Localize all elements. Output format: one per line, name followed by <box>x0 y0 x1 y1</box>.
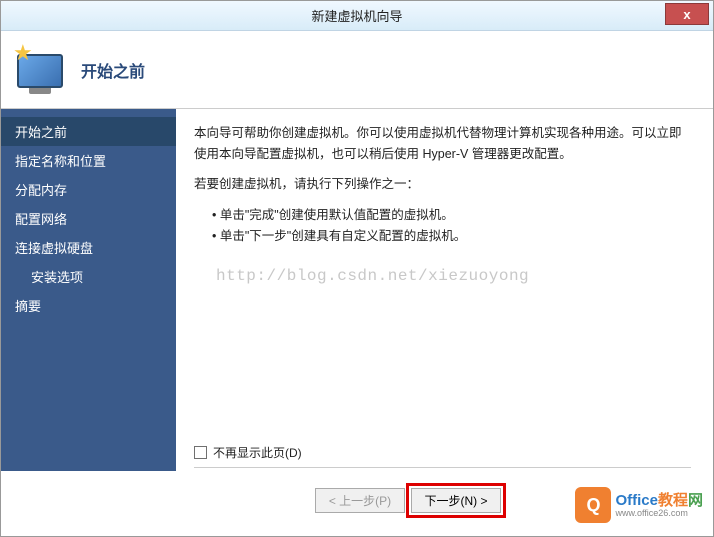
divider <box>194 467 691 468</box>
bullet-finish: • 单击"完成"创建使用默认值配置的虚拟机。 <box>212 205 691 226</box>
prompt-text: 若要创建虚拟机，请执行下列操作之一： <box>194 174 691 195</box>
prev-button: < 上一步(P) <box>315 488 405 513</box>
sidebar-item-before-begin[interactable]: 开始之前 <box>1 117 176 146</box>
dont-show-checkbox[interactable] <box>194 446 207 459</box>
watermark-text: http://blog.csdn.net/xiezuoyong <box>216 267 529 285</box>
checkbox-row: 不再显示此页(D) <box>194 444 302 461</box>
bullet-list: • 单击"完成"创建使用默认值配置的虚拟机。 • 单击"下一步"创建具有自定义配… <box>194 205 691 248</box>
bullet-next: • 单击"下一步"创建具有自定义配置的虚拟机。 <box>212 226 691 247</box>
page-title: 开始之前 <box>81 58 145 82</box>
brand-url: www.office26.com <box>615 508 703 518</box>
titlebar: 新建虚拟机向导 x <box>1 1 713 31</box>
brand-badge-icon: Q <box>575 487 611 523</box>
close-button[interactable]: x <box>665 3 709 25</box>
sidebar-item-virtual-disk[interactable]: 连接虚拟硬盘 <box>1 233 176 262</box>
intro-text: 本向导可帮助你创建虚拟机。你可以使用虚拟机代替物理计算机实现各种用途。可以立即使… <box>194 123 691 164</box>
wizard-body: 开始之前 指定名称和位置 分配内存 配置网络 连接虚拟硬盘 安装选项 摘要 本向… <box>1 109 713 471</box>
sidebar-item-install-options[interactable]: 安装选项 <box>1 262 176 291</box>
sidebar-item-name-location[interactable]: 指定名称和位置 <box>1 146 176 175</box>
next-button[interactable]: 下一步(N) > <box>411 488 501 513</box>
window-title: 新建虚拟机向导 <box>311 6 402 25</box>
brand-text: Office教程网 <box>615 493 703 508</box>
sidebar-item-summary[interactable]: 摘要 <box>1 291 176 320</box>
sidebar-item-memory[interactable]: 分配内存 <box>1 175 176 204</box>
wizard-icon: ★ <box>15 44 67 96</box>
star-icon: ★ <box>13 40 33 60</box>
branding-overlay: Q Office教程网 www.office26.com <box>575 487 703 523</box>
footer: < 上一步(P) 下一步(N) > 完成(F) 取消 Q Office教程网 w… <box>1 471 713 529</box>
wizard-header: ★ 开始之前 <box>1 31 713 109</box>
checkbox-label: 不再显示此页(D) <box>213 444 302 461</box>
sidebar-item-network[interactable]: 配置网络 <box>1 204 176 233</box>
close-icon: x <box>683 7 690 22</box>
sidebar: 开始之前 指定名称和位置 分配内存 配置网络 连接虚拟硬盘 安装选项 摘要 <box>1 109 176 471</box>
content-panel: 本向导可帮助你创建虚拟机。你可以使用虚拟机代替物理计算机实现各种用途。可以立即使… <box>176 109 713 471</box>
